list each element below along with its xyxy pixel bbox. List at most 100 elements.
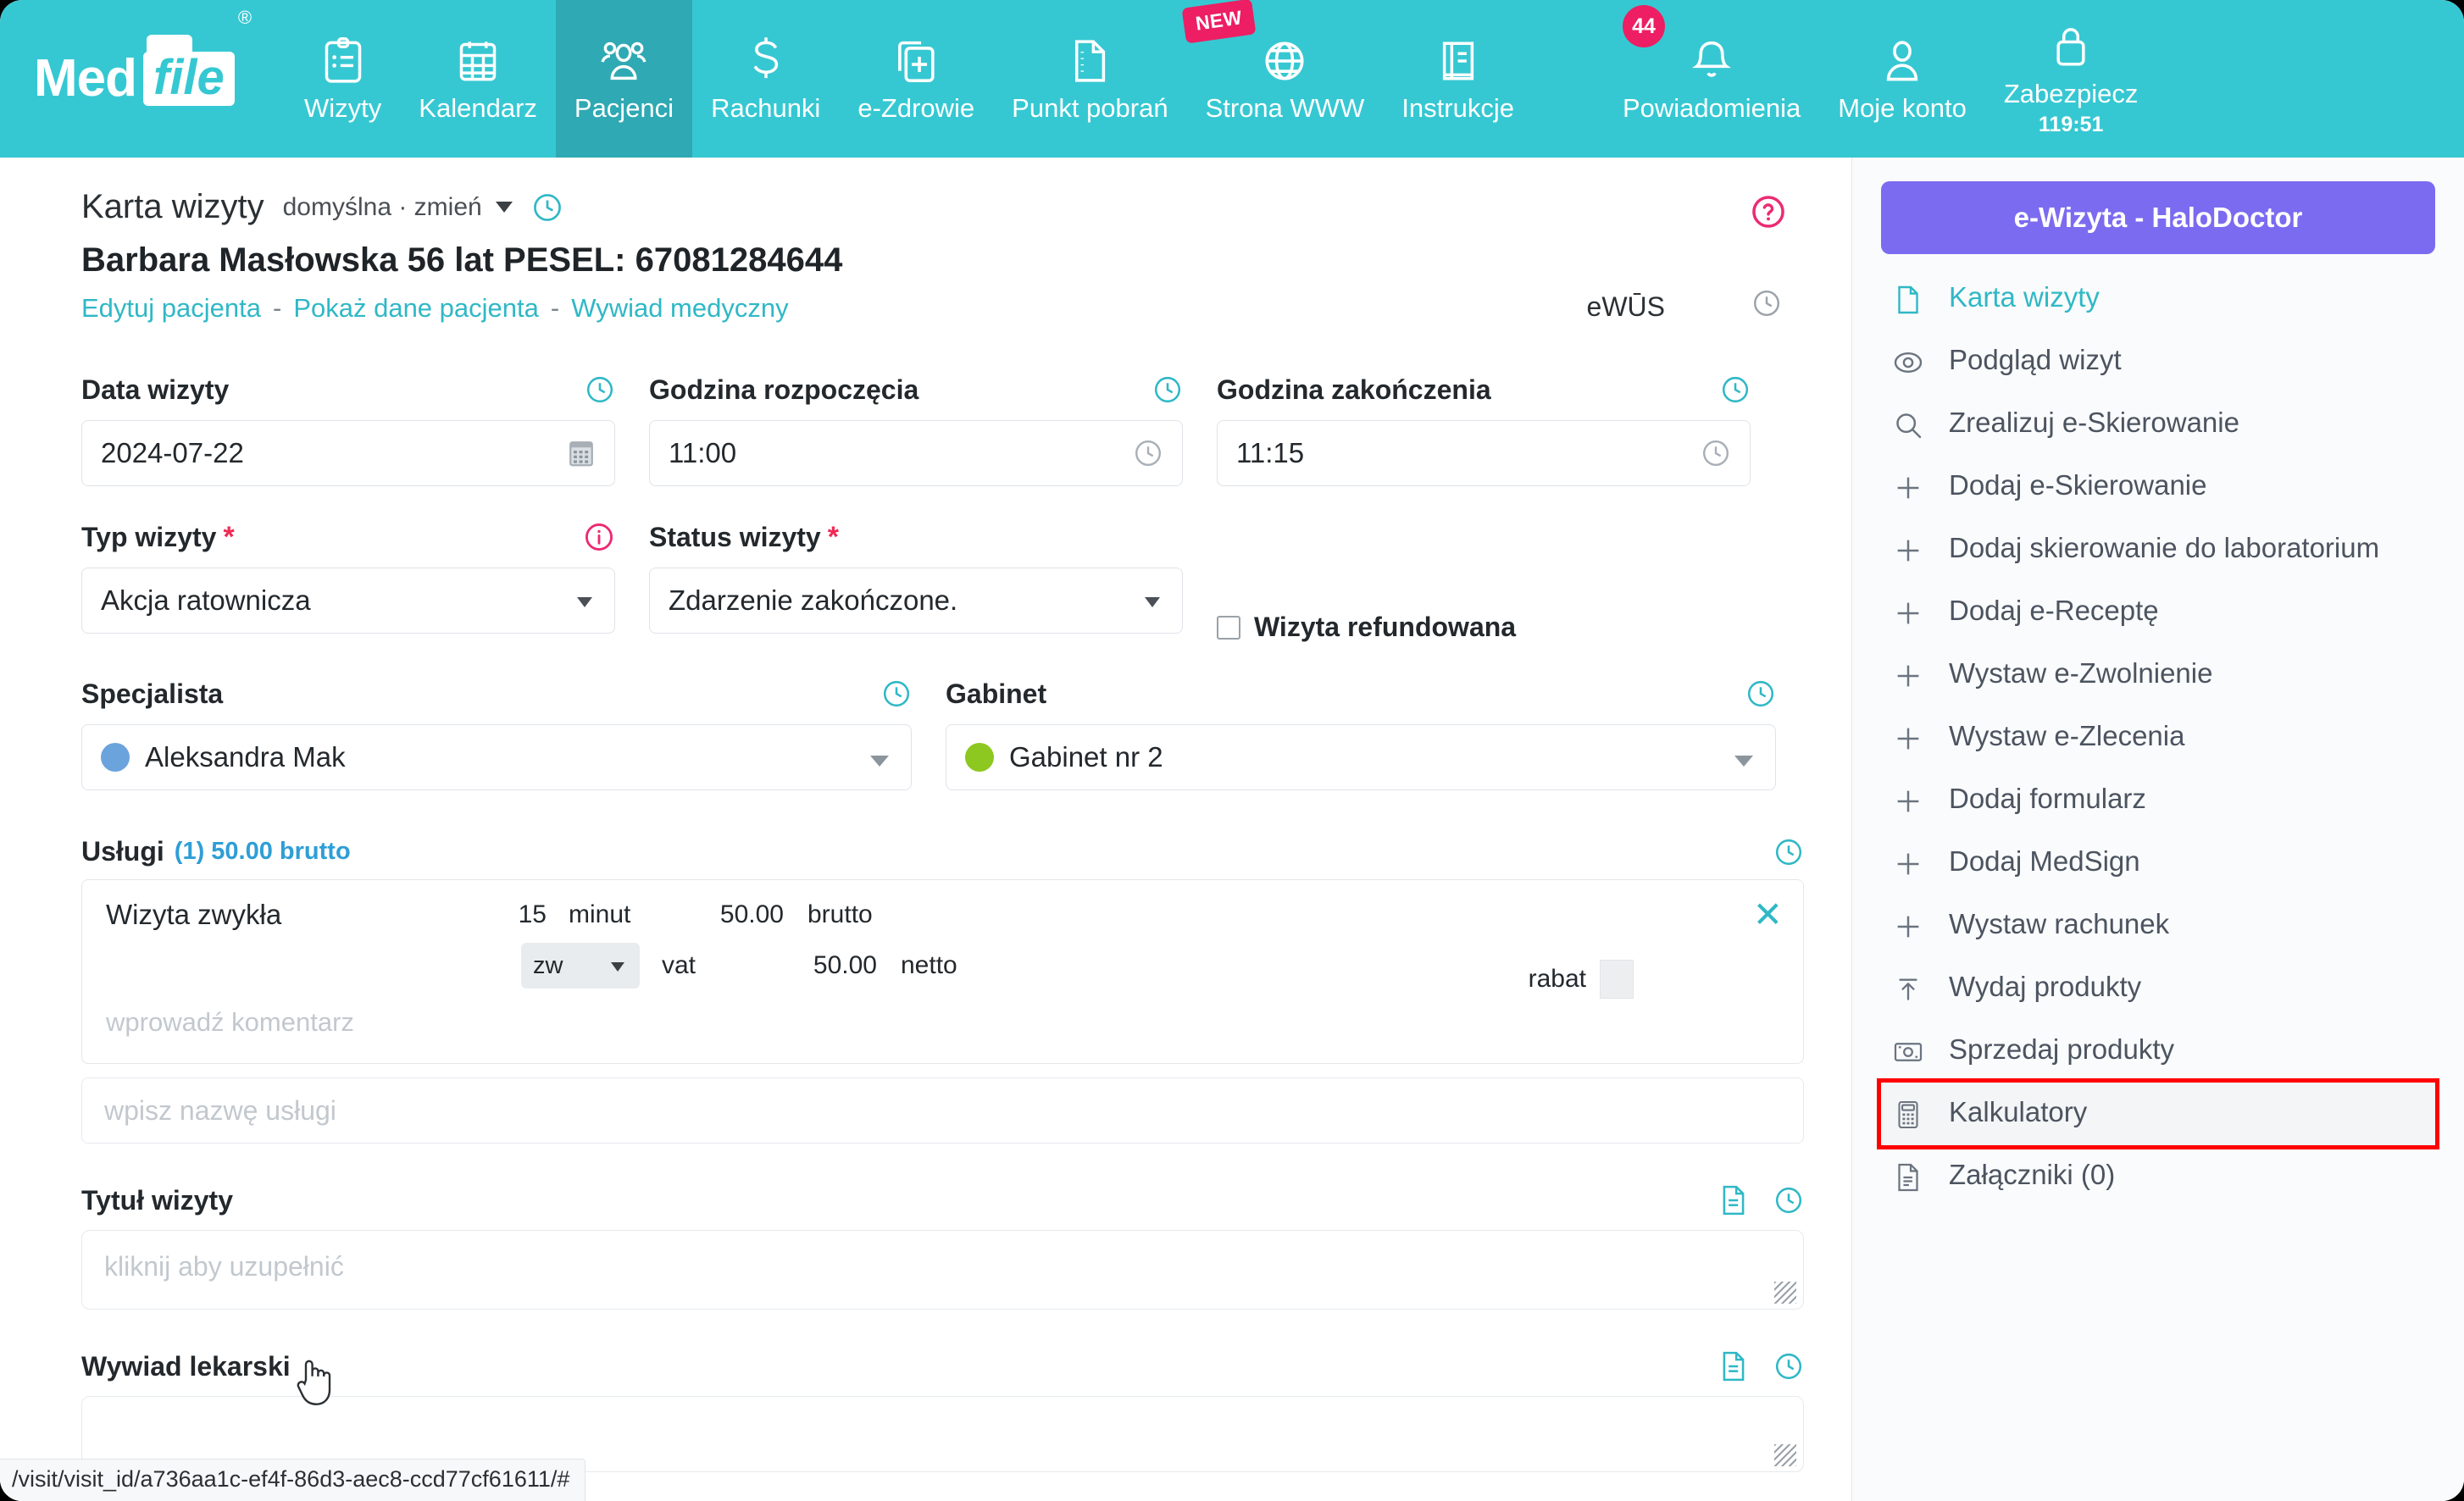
clock-icon[interactable]: [1773, 1351, 1804, 1382]
bell-icon: [1690, 35, 1733, 87]
health-card-icon: [893, 35, 939, 87]
nav-item-punkt-pobran[interactable]: Punkt pobrań: [993, 0, 1186, 158]
sidebar-item-dodaj-skierowanie-do-laboratorium[interactable]: Dodaj skierowanie do laboratorium: [1881, 518, 2435, 581]
visit-title-textarea[interactable]: kliknij aby uzupełnić: [81, 1230, 1804, 1310]
sidebar-item-karta-wizyty[interactable]: Karta wizyty: [1881, 268, 2435, 330]
vat-rate-select[interactable]: zw: [521, 943, 640, 989]
refunded-checkbox[interactable]: [1217, 615, 1240, 640]
clock-icon[interactable]: [1773, 1185, 1804, 1216]
registered-mark-icon: ®: [237, 7, 253, 28]
clock-icon[interactable]: [585, 374, 615, 405]
add-service-input[interactable]: wpisz nazwę usługi: [81, 1077, 1804, 1144]
sidebar-item-wystaw-rachunek[interactable]: Wystaw rachunek: [1881, 895, 2435, 957]
sidebar-item-dodaj-e-skierowanie[interactable]: Dodaj e-Skierowanie: [1881, 456, 2435, 518]
end-time-value: 11:15: [1236, 437, 1305, 468]
sidebar-item-label: Podgląd wizyt: [1949, 344, 2122, 375]
clock-picker-icon[interactable]: [1701, 438, 1731, 468]
clock-icon[interactable]: [1152, 374, 1183, 405]
nav-item-instrukcje[interactable]: Instrukcje: [1383, 0, 1533, 158]
field-gabinet: Gabinet Gabinet nr 2: [946, 677, 1776, 790]
service-row: Wizyta zwykła 15 minut 50.00 brutto zw v…: [81, 879, 1804, 1064]
template-document-icon[interactable]: [1719, 1350, 1748, 1382]
close-icon[interactable]: ✕: [1753, 897, 1783, 933]
specialist-dropdown[interactable]: Aleksandra Mak: [81, 724, 912, 790]
nav-item-e-zdrowie[interactable]: e-Zdrowie: [839, 0, 993, 158]
info-icon[interactable]: [583, 521, 615, 553]
sidebar-item-wystaw-e-zwolnienie[interactable]: Wystaw e-Zwolnienie: [1881, 644, 2435, 706]
sidebar-item-label: Sprzedaj produkty: [1949, 1033, 2174, 1065]
sidebar-item-dodaj-formularz[interactable]: Dodaj formularz: [1881, 769, 2435, 832]
nav-item-zabezpiecz[interactable]: Zabezpiecz 119:51: [1985, 0, 2157, 158]
plus-icon: [1891, 784, 1925, 819]
link-edytuj-pacjenta[interactable]: Edytuj pacjenta: [81, 293, 261, 324]
clock-picker-icon[interactable]: [1133, 438, 1163, 468]
nav-label: Instrukcje: [1401, 92, 1514, 123]
nav-item-moje-konto[interactable]: Moje konto: [1819, 0, 1985, 158]
medfile-logo[interactable]: Med file ®: [8, 0, 286, 158]
clock-icon[interactable]: [1720, 374, 1751, 405]
sidebar-item-label: Dodaj e-Receptę: [1949, 595, 2159, 626]
visit-status-select[interactable]: Zdarzenie zakończone.: [649, 568, 1183, 634]
service-duration[interactable]: 15: [470, 900, 547, 929]
specialist-color-dot: [101, 743, 130, 772]
field-data-wizyty: Data wizyty 2024-07-22: [81, 373, 615, 486]
sidebar-item-podglad-wizyt[interactable]: Podgląd wizyt: [1881, 330, 2435, 393]
sidebar-item-wystaw-e-zlecenia[interactable]: Wystaw e-Zlecenia: [1881, 706, 2435, 769]
sidebar-item-dodaj-e-recepte[interactable]: Dodaj e-Receptę: [1881, 581, 2435, 644]
service-gross-value[interactable]: 50.00: [674, 900, 784, 929]
nav-item-powiadomienia[interactable]: 44 Powiadomienia: [1604, 0, 1819, 158]
resize-handle[interactable]: [1774, 1444, 1796, 1466]
discount-input[interactable]: [1600, 960, 1634, 999]
visit-type-value: Akcja ratownicza: [101, 584, 311, 616]
template-document-icon[interactable]: [1719, 1184, 1748, 1216]
service-comment-input[interactable]: wprowadź komentarz: [106, 1007, 1779, 1038]
service-net-label: netto: [901, 951, 957, 979]
nav-item-rachunki[interactable]: Rachunki: [692, 0, 839, 158]
link-separator: -: [272, 293, 282, 323]
nav-item-wizyty[interactable]: Wizyty: [286, 0, 400, 158]
clock-icon[interactable]: [1745, 678, 1776, 709]
sidebar-item-zalaczniki[interactable]: Załączniki (0): [1881, 1145, 2435, 1208]
refunded-checkbox-row[interactable]: Wizyta refundowana: [1217, 612, 1751, 643]
nav-item-pacjenci[interactable]: Pacjenci: [555, 0, 693, 158]
help-icon[interactable]: [1750, 193, 1787, 230]
chevron-down-icon[interactable]: [495, 202, 513, 213]
label-text: Godzina zakończenia: [1217, 374, 1491, 405]
nav-item-strona-www[interactable]: NEW Strona WWW: [1181, 0, 1384, 158]
sidebar-item-kalkulatory[interactable]: Kalkulatory: [1877, 1078, 2439, 1149]
sidebar-item-label: Kalkulatory: [1949, 1096, 2088, 1127]
profile-selector-label[interactable]: domyślna · zmień: [283, 193, 482, 222]
nav-item-kalendarz[interactable]: Kalendarz: [400, 0, 556, 158]
start-time-input[interactable]: 11:00: [649, 420, 1183, 486]
sidebar-item-label: Karta wizyty: [1949, 281, 2100, 313]
link-wywiad-medyczny[interactable]: Wywiad medyczny: [571, 293, 788, 324]
visit-title-placeholder: kliknij aby uzupełnić: [104, 1251, 344, 1282]
service-gross-label: brutto: [807, 900, 873, 928]
field-label: Status wizyty *: [649, 520, 1183, 554]
visit-type-select[interactable]: Akcja ratownicza: [81, 568, 615, 634]
calendar-picker-icon[interactable]: [567, 438, 596, 468]
clock-icon[interactable]: [881, 678, 912, 709]
sidebar-item-dodaj-medsign[interactable]: Dodaj MedSign: [1881, 832, 2435, 895]
services-summary: (1) 50.00 brutto: [174, 838, 351, 865]
field-godzina-rozpoczecia: Godzina rozpoczęcia 11:00: [649, 373, 1183, 486]
nav-label: Pacjenci: [574, 92, 674, 123]
end-time-input[interactable]: 11:15: [1217, 420, 1751, 486]
sidebar-item-wydaj-produkty[interactable]: Wydaj produkty: [1881, 957, 2435, 1020]
sidebar-item-sprzedaj-produkty[interactable]: Sprzedaj produkty: [1881, 1020, 2435, 1083]
top-navigation-bar: Med file ® Wizyty Kalendarz Pacjenci Rac…: [0, 0, 2464, 158]
card-header: Karta wizyty domyślna · zmień Barbara Ma…: [81, 188, 1804, 324]
history-clock-icon[interactable]: [531, 191, 563, 224]
search-icon: [1891, 407, 1925, 443]
link-separator: -: [550, 293, 560, 323]
room-dropdown[interactable]: Gabinet nr 2: [946, 724, 1776, 790]
sidebar-item-zrealizuj-e-skierowanie[interactable]: Zrealizuj e-Skierowanie: [1881, 393, 2435, 456]
date-input[interactable]: 2024-07-22: [81, 420, 615, 486]
ewus-clock-icon[interactable]: [1751, 288, 1782, 318]
clock-icon[interactable]: [1773, 837, 1804, 867]
link-pokaz-dane-pacjenta[interactable]: Pokaż dane pacjenta: [293, 293, 539, 324]
resize-handle[interactable]: [1774, 1282, 1796, 1304]
service-net-value[interactable]: 50.00: [767, 951, 877, 980]
ewizyta-halodoctor-button[interactable]: e-Wizyta - HaloDoctor: [1881, 181, 2435, 254]
services-label: Usługi: [81, 836, 164, 867]
